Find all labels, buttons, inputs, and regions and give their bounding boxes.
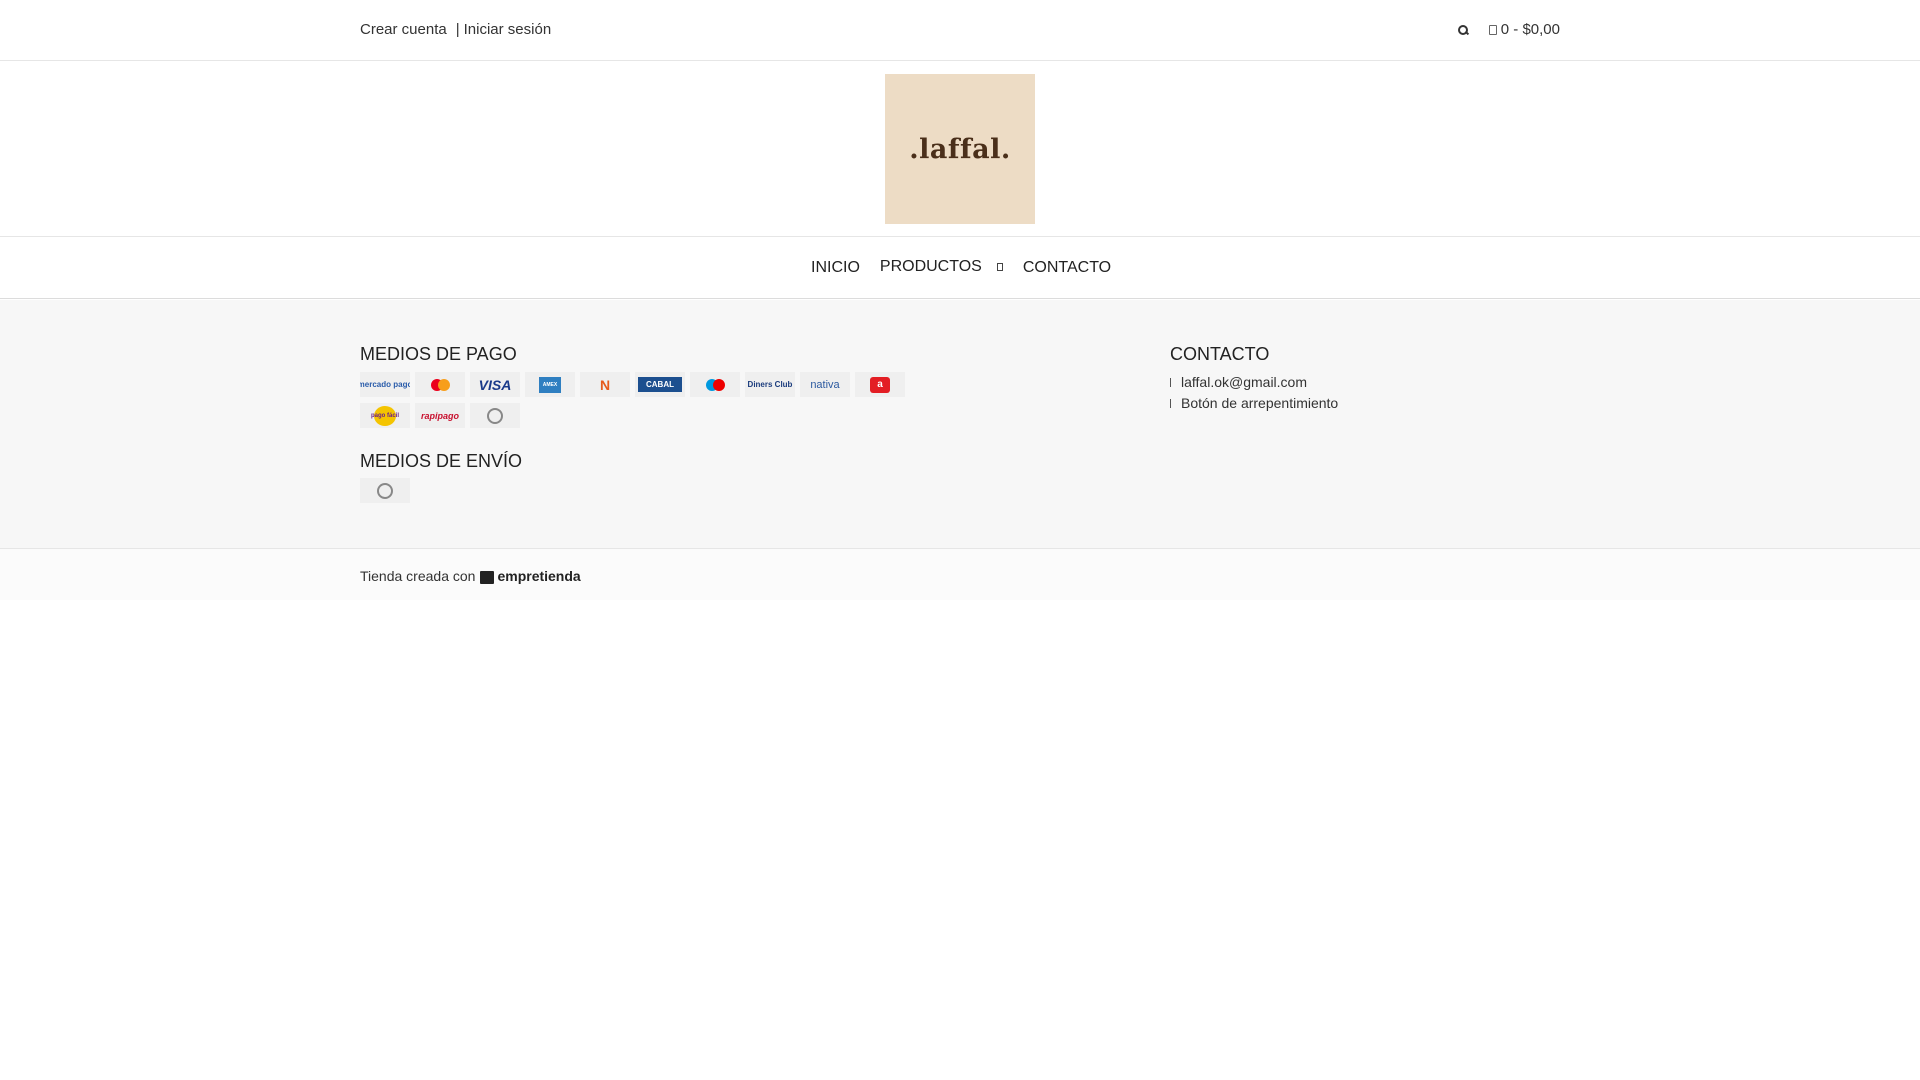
cart-summary[interactable]: 0 - $0,00: [1501, 21, 1560, 38]
maestro-red-circle: [712, 378, 725, 391]
mail-icon: [1170, 378, 1174, 387]
visa-logo: VISA: [478, 376, 512, 393]
payment-rapipago: rapipago: [415, 403, 465, 428]
payment-maestro: [690, 372, 740, 397]
header-tools: 0 - $0,00: [1457, 21, 1560, 38]
payment-argencard: a: [855, 372, 905, 397]
nav-item-contacto[interactable]: CONTACTO: [1023, 259, 1111, 277]
contact-regret-button[interactable]: Botón de arrepentimiento: [1170, 393, 1338, 414]
contact-email[interactable]: laffal.ok@gmail.com: [1170, 372, 1338, 393]
payment-pagofacil: pago fácil: [360, 403, 410, 428]
payment-diners: Diners Club: [745, 372, 795, 397]
contact-title: CONTACTO: [1170, 344, 1270, 364]
mastercard-yellow-circle: [437, 378, 450, 391]
payment-naranja: N: [580, 372, 630, 397]
account-separator: |: [455, 21, 460, 38]
mercadopago-logo: mercado pago: [360, 380, 410, 389]
store-icon: [480, 570, 495, 584]
payment-other: [470, 403, 520, 428]
payment-nativa: nativa: [800, 372, 850, 397]
shipping-methods-title: MEDIOS DE ENVÍO: [360, 451, 523, 471]
nav-item-productos[interactable]: PRODUCTOS: [880, 258, 1003, 276]
payment-mercadopago: mercado pago: [360, 372, 410, 397]
create-account-link[interactable]: Crear cuenta: [360, 21, 447, 38]
shipping-other-icon: [377, 482, 393, 499]
payment-methods-title: MEDIOS DE PAGO: [360, 344, 517, 364]
argencard-logo: a: [870, 376, 890, 393]
account-links: Crear cuenta | Iniciar sesión: [360, 21, 551, 38]
store-logo[interactable]: .laffal.: [885, 74, 1035, 224]
contact-email-text: laffal.ok@gmail.com: [1181, 374, 1307, 390]
logo-text: .laffal.: [909, 133, 1011, 165]
chevron-down-icon: [996, 263, 1003, 271]
payment-visa: VISA: [470, 372, 520, 397]
shipping-methods-list: [360, 478, 415, 509]
amex-logo: AMEX: [539, 376, 561, 393]
contact-list: laffal.ok@gmail.com Botón de arrepentimi…: [1170, 372, 1338, 414]
footer: MEDIOS DE PAGO mercado pago VISA AMEX N …: [0, 300, 1920, 548]
payment-methods-list: mercado pago VISA AMEX N CABAL Diners Cl…: [360, 372, 920, 434]
nav-item-productos-label: PRODUCTOS: [879, 258, 982, 275]
contact-regret-text: Botón de arrepentimiento: [1181, 395, 1339, 411]
store-credit: Tienda creada con empretienda: [360, 568, 581, 584]
top-bar: Crear cuenta | Iniciar sesión 0 - $0,00: [0, 0, 1920, 61]
naranja-logo: N: [599, 376, 611, 393]
main-nav: INICIO PRODUCTOS CONTACTO: [0, 236, 1920, 299]
nav-item-inicio[interactable]: INICIO: [811, 259, 860, 277]
nativa-logo: nativa: [810, 378, 840, 391]
payment-amex: AMEX: [525, 372, 575, 397]
credit-bar: Tienda creada con empretienda: [0, 548, 1920, 600]
shipping-other: [360, 478, 410, 503]
cart-icon[interactable]: [1488, 24, 1497, 35]
payment-mastercard: [415, 372, 465, 397]
undo-icon: [1170, 399, 1174, 408]
cabal-logo: CABAL: [638, 377, 682, 392]
empretienda-brand-link[interactable]: empretienda: [497, 568, 580, 584]
login-link[interactable]: Iniciar sesión: [464, 21, 552, 38]
payment-cabal: CABAL: [635, 372, 685, 397]
diners-logo: Diners Club: [747, 380, 793, 389]
credit-text: Tienda creada con: [360, 568, 476, 584]
search-icon[interactable]: [1457, 24, 1469, 36]
payment-other-icon: [487, 407, 503, 424]
pagofacil-logo: pago fácil: [371, 405, 399, 426]
rapipago-logo: rapipago: [420, 410, 459, 421]
